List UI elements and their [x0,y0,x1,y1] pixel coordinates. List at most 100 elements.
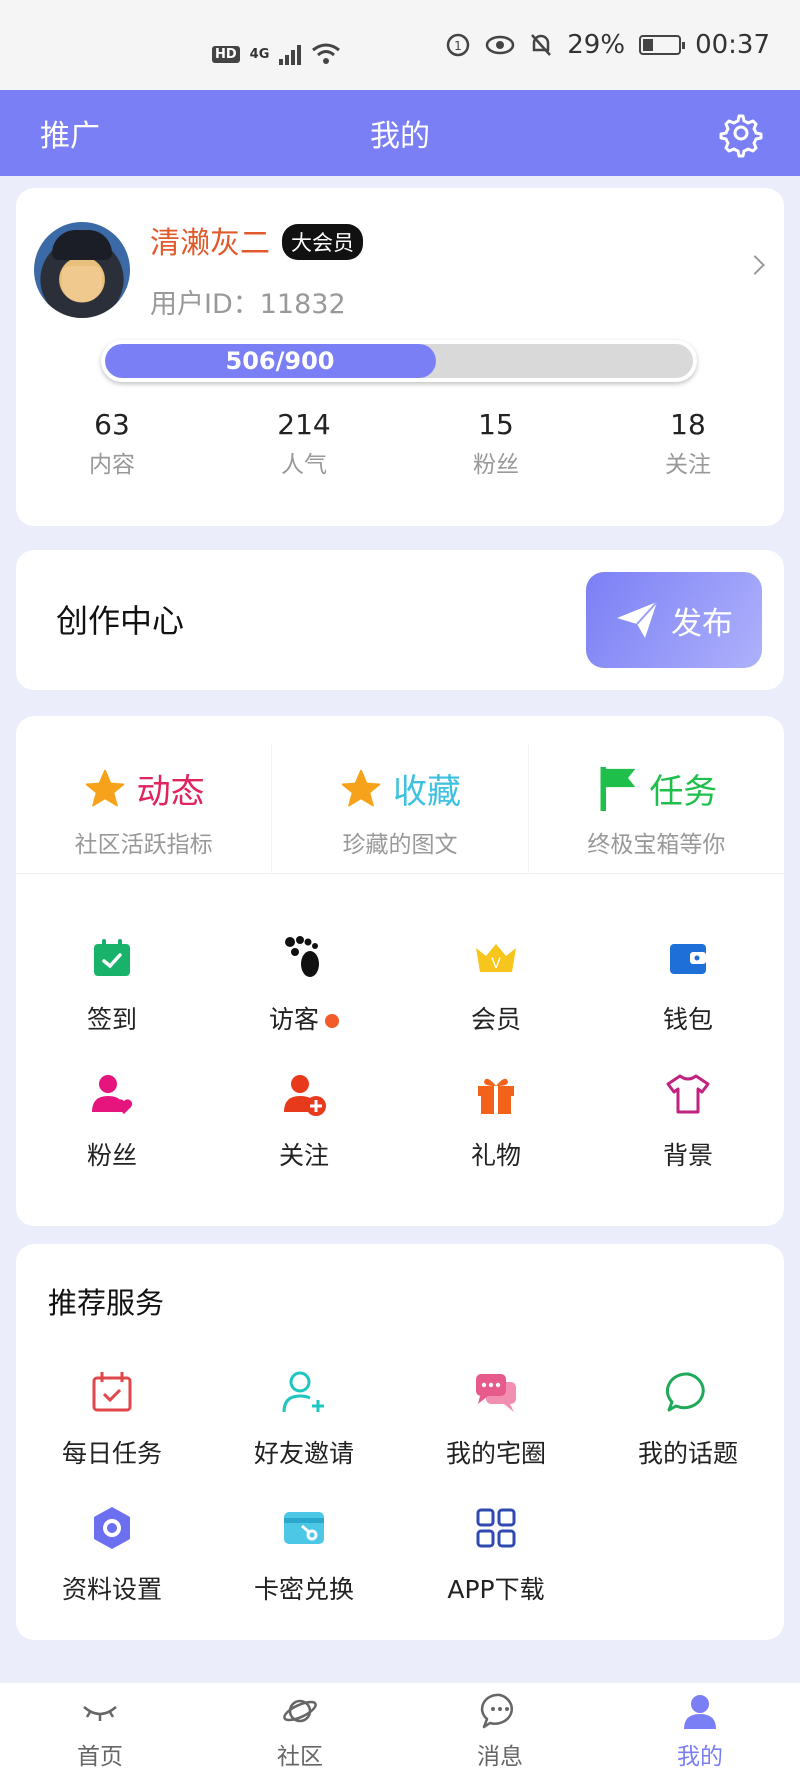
feature-label: 礼物 [470,1141,521,1170]
feature-label: 钱包 [662,1005,713,1034]
feature-wallet[interactable]: 钱包 [592,934,784,1036]
service-daily-tasks[interactable]: 每日任务 [16,1368,208,1470]
feature-label: 访客 [268,1005,319,1034]
feature-label: 会员 [470,1005,521,1034]
speech-bubble-icon [665,1372,705,1412]
eye-comfort-icon [486,35,515,55]
services-card: 推荐服务 每日任务 好友邀请 我的宅圈 我的话题 资料设置 卡密兑换 APP下载 [16,1244,784,1640]
vip-badge: 大会员 [282,224,363,260]
highlight-tasks[interactable]: 任务 终极宝箱等你 [529,744,784,873]
feature-visitors[interactable]: 访客 [208,934,400,1036]
level-progress-bar: 506/900 [101,340,697,382]
feature-background[interactable]: 背景 [592,1070,784,1172]
footprints-icon [285,936,319,977]
chat-bubbles-icon [476,1374,516,1412]
services-row-2: 资料设置 卡密兑换 APP下载 [16,1504,784,1606]
service-label: 好友邀请 [253,1439,354,1468]
highlight-sub: 珍藏的图文 [342,832,458,858]
user-add-icon [284,1075,326,1116]
eye-closed-icon [83,1706,117,1721]
status-bar: HD 4G 1 29% 00:37 [0,0,800,90]
invite-user-icon [282,1371,324,1413]
service-label: 资料设置 [61,1575,162,1604]
stat-label: 关注 [665,452,711,478]
highlight-row: 动态 社区活跃指标 收藏 珍藏的图文 任务 终极宝箱等你 [16,744,784,874]
stat-value: 63 [94,408,130,441]
battery-icon [639,35,686,55]
highlight-label: 收藏 [392,772,461,812]
highlight-label: 任务 [649,772,718,812]
tab-profile[interactable]: 我的 [600,1683,800,1778]
feature-grid-row-1: 签到 访客 V 会员 钱包 [16,934,784,1036]
card-key-icon [284,1512,324,1544]
shirt-icon [666,1074,710,1114]
feature-membership[interactable]: V 会员 [400,934,592,1036]
username: 清濑灰二 [150,226,270,261]
service-my-topics[interactable]: 我的话题 [592,1368,784,1470]
tab-messages[interactable]: 消息 [400,1683,600,1778]
stat-value: 214 [277,408,331,441]
highlight-favorites[interactable]: 收藏 珍藏的图文 [272,744,529,873]
services-row-1: 每日任务 好友邀请 我的宅圈 我的话题 [16,1368,784,1470]
planet-icon [283,1699,317,1723]
feature-label: 关注 [278,1141,329,1170]
header-bar: 推广 我的 [0,90,800,176]
feature-follow[interactable]: 关注 [208,1070,400,1172]
message-icon [480,1693,513,1729]
highlight-sub: 终极宝箱等你 [587,832,726,858]
user-heart-icon [92,1075,133,1114]
highlight-activity[interactable]: 动态 社区活跃指标 [16,744,273,873]
stat-popularity[interactable]: 214 人气 [208,408,400,479]
stat-fans[interactable]: 15 粉丝 [400,408,592,479]
service-label: 我的宅圈 [445,1439,546,1468]
stat-value: 18 [670,408,706,441]
service-invite-friends[interactable]: 好友邀请 [208,1368,400,1470]
feature-fans[interactable]: 粉丝 [16,1070,208,1172]
crown-icon: V [476,944,516,972]
user-id: 用户ID：11832 [150,289,346,320]
stats-row: 63 内容 214 人气 15 粉丝 18 关注 [16,408,784,479]
service-label: 每日任务 [61,1439,162,1468]
creation-center-card: 创作中心 发布 [16,550,784,690]
service-card-redeem[interactable]: 卡密兑换 [208,1504,400,1606]
user-icon [684,1695,716,1729]
hd-icon: HD [212,45,240,63]
bottom-tab-bar: 首页 社区 消息 我的 [0,1682,800,1778]
stat-content[interactable]: 63 内容 [16,408,208,479]
stat-label: 粉丝 [473,452,519,478]
signal-icon [279,43,302,65]
data-saver-icon: 1 [447,33,470,57]
feature-gifts[interactable]: 礼物 [400,1070,592,1172]
stat-following[interactable]: 18 关注 [592,408,784,479]
tab-label: 社区 [277,1744,323,1770]
highlight-sub: 社区活跃指标 [74,832,213,858]
feature-label: 背景 [662,1141,713,1170]
stat-label: 内容 [89,452,135,478]
mute-bell-icon [531,34,552,56]
creation-center-title: 创作中心 [56,602,185,640]
feature-label: 粉丝 [86,1141,137,1170]
hexagon-settings-icon [94,1507,130,1549]
profile-card[interactable]: 清濑灰二 大会员 用户ID：11832 506/900 63 内容 214 人气… [16,188,784,526]
gear-icon[interactable] [716,108,766,158]
wallet-icon [670,944,706,974]
star-icon [85,769,124,806]
service-empty-slot [592,1504,784,1606]
stat-value: 15 [478,408,514,441]
tab-community[interactable]: 社区 [200,1683,400,1778]
features-card: 动态 社区活跃指标 收藏 珍藏的图文 任务 终极宝箱等你 签到 访客 V 会员 … [16,716,784,1226]
service-profile-settings[interactable]: 资料设置 [16,1504,208,1606]
avatar[interactable] [34,222,130,318]
chevron-right-icon[interactable] [745,255,765,275]
apps-grid-icon [476,1508,516,1548]
feature-grid-row-2: 粉丝 关注 礼物 背景 [16,1070,784,1172]
service-app-download[interactable]: APP下载 [400,1504,592,1606]
service-my-circle[interactable]: 我的宅圈 [400,1368,592,1470]
feature-checkin[interactable]: 签到 [16,934,208,1036]
publish-button[interactable]: 发布 [586,572,762,668]
clock: 00:37 [695,30,770,60]
svg-text:V: V [491,956,501,972]
feature-label: 签到 [86,1005,137,1034]
paper-plane-icon [617,601,658,638]
tab-home[interactable]: 首页 [0,1683,200,1778]
